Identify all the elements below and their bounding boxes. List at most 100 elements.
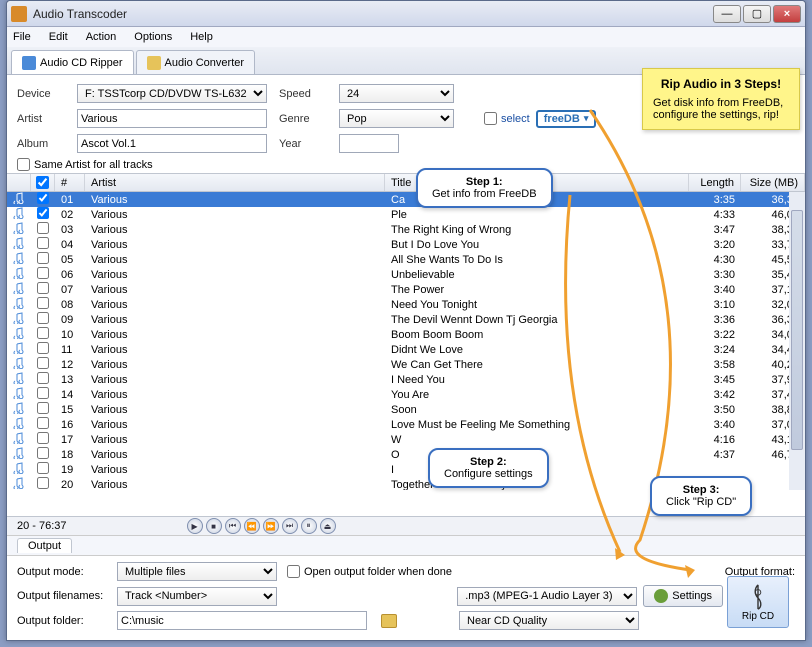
note-icon <box>7 207 31 222</box>
col-length[interactable]: Length <box>689 174 741 191</box>
row-checkbox[interactable] <box>37 357 49 369</box>
row-checkbox[interactable] <box>37 447 49 459</box>
close-button[interactable]: × <box>773 5 801 23</box>
table-row[interactable]: 05VariousAll She Wants To Do Is4:3045,50 <box>7 252 805 267</box>
menu-help[interactable]: Help <box>190 31 213 43</box>
note-icon <box>7 327 31 342</box>
table-row[interactable]: 14VariousYou Are3:4237,40 <box>7 387 805 402</box>
table-row[interactable]: 04VariousBut I Do Love You3:2033,79 <box>7 237 805 252</box>
row-checkbox[interactable] <box>37 252 49 264</box>
row-checkbox[interactable] <box>37 222 49 234</box>
row-checkbox[interactable] <box>37 462 49 474</box>
settings-button[interactable]: Settings <box>643 585 723 607</box>
same-artist-checkbox[interactable] <box>17 158 30 171</box>
row-num: 16 <box>55 419 85 431</box>
row-checkbox[interactable] <box>37 297 49 309</box>
row-checkbox[interactable] <box>37 192 49 204</box>
row-length: 3:36 <box>689 314 741 326</box>
tab-cd-ripper[interactable]: Audio CD Ripper <box>11 50 134 74</box>
row-length: 3:42 <box>689 389 741 401</box>
next-button[interactable]: ⏭ <box>282 518 298 534</box>
genre-select[interactable]: Pop <box>339 109 454 128</box>
table-row[interactable]: 02VariousPle4:3346,01 <box>7 207 805 222</box>
eject-button[interactable]: ⏏ <box>320 518 336 534</box>
rip-cd-button[interactable]: Rip CD <box>727 576 789 628</box>
play-button[interactable]: ▶ <box>187 518 203 534</box>
minimize-button[interactable]: — <box>713 5 741 23</box>
row-checkbox[interactable] <box>37 267 49 279</box>
row-checkbox[interactable] <box>37 477 49 489</box>
row-checkbox[interactable] <box>37 432 49 444</box>
table-row[interactable]: 10VariousBoom Boom Boom3:2234,02 <box>7 327 805 342</box>
menu-file[interactable]: File <box>13 31 31 43</box>
check-all[interactable] <box>36 176 49 189</box>
col-num[interactable]: # <box>55 174 85 191</box>
menu-options[interactable]: Options <box>134 31 172 43</box>
output-filenames-select[interactable]: Track <Number> <box>117 587 277 606</box>
table-row[interactable]: 09VariousThe Devil Wennt Down Tj Georgia… <box>7 312 805 327</box>
stop-button[interactable]: ■ <box>206 518 222 534</box>
output-folder-input[interactable] <box>117 611 367 630</box>
year-input[interactable] <box>339 134 399 153</box>
row-checkbox[interactable] <box>37 237 49 249</box>
track-grid: # Artist Title Length Size (MB) 01Variou… <box>7 173 805 517</box>
table-row[interactable]: 16VariousLove Must be Feeling Me Somethi… <box>7 417 805 432</box>
select-checkbox[interactable] <box>484 112 497 125</box>
tab-audio-converter[interactable]: Audio Converter <box>136 50 256 74</box>
row-checkbox[interactable] <box>37 387 49 399</box>
open-folder-checkbox[interactable] <box>287 565 300 578</box>
browse-folder-button[interactable] <box>381 614 397 628</box>
output-tab[interactable]: Output <box>17 538 72 553</box>
row-title: The Right King of Wrong <box>385 224 689 236</box>
device-select[interactable]: F: TSSTcorp CD/DVDW TS-L632D TO04 <box>77 84 267 103</box>
table-row[interactable]: 03VariousThe Right King of Wrong3:4738,3… <box>7 222 805 237</box>
row-checkbox[interactable] <box>37 372 49 384</box>
row-checkbox[interactable] <box>37 327 49 339</box>
table-row[interactable]: 13VariousI Need You3:4537,92 <box>7 372 805 387</box>
row-checkbox[interactable] <box>37 312 49 324</box>
row-checkbox[interactable] <box>37 282 49 294</box>
row-num: 09 <box>55 314 85 326</box>
album-input[interactable] <box>77 134 267 153</box>
freedb-button[interactable]: freeDB ▾ <box>536 110 597 128</box>
row-checkbox[interactable] <box>37 342 49 354</box>
vertical-scrollbar[interactable] <box>789 192 805 490</box>
row-num: 05 <box>55 254 85 266</box>
row-num: 10 <box>55 329 85 341</box>
table-row[interactable]: 11VariousDidnt We Love3:2434,46 <box>7 342 805 357</box>
menu-action[interactable]: Action <box>86 31 117 43</box>
speed-select[interactable]: 24 <box>339 84 454 103</box>
menu-edit[interactable]: Edit <box>49 31 68 43</box>
table-row[interactable]: 08VariousNeed You Tonight3:1032,00 <box>7 297 805 312</box>
select-link[interactable]: select <box>501 113 530 125</box>
row-num: 03 <box>55 224 85 236</box>
row-checkbox[interactable] <box>37 402 49 414</box>
table-row[interactable]: 07VariousThe Power3:4037,13 <box>7 282 805 297</box>
output-mode-select[interactable]: Multiple files <box>117 562 277 581</box>
row-artist: Various <box>85 344 385 356</box>
table-row[interactable]: 15VariousSoon3:5038,85 <box>7 402 805 417</box>
scrollbar-thumb[interactable] <box>791 210 803 450</box>
table-row[interactable]: 01VariousCa3:3536,33 <box>7 192 805 207</box>
col-artist[interactable]: Artist <box>85 174 385 191</box>
table-row[interactable]: 06VariousUnbelievable3:3035,48 <box>7 267 805 282</box>
row-num: 08 <box>55 299 85 311</box>
grid-header: # Artist Title Length Size (MB) <box>7 174 805 192</box>
maximize-button[interactable]: ▢ <box>743 5 771 23</box>
pause-button[interactable]: ⏸ <box>301 518 317 534</box>
rewind-button[interactable]: ⏪ <box>244 518 260 534</box>
forward-button[interactable]: ⏩ <box>263 518 279 534</box>
row-checkbox[interactable] <box>37 207 49 219</box>
row-checkbox[interactable] <box>37 417 49 429</box>
table-row[interactable]: 12VariousWe Can Get There3:5840,20 <box>7 357 805 372</box>
output-quality-select[interactable]: Near CD Quality <box>459 611 639 630</box>
row-title: Soon <box>385 404 689 416</box>
col-size[interactable]: Size (MB) <box>741 174 805 191</box>
artist-input[interactable] <box>77 109 267 128</box>
table-row[interactable]: 18VariousO4:3746,71 <box>7 447 805 462</box>
table-row[interactable]: 19VariousI <box>7 462 805 477</box>
note-icon <box>7 282 31 297</box>
output-format-select[interactable]: .mp3 (MPEG-1 Audio Layer 3) <box>457 587 637 606</box>
table-row[interactable]: 17VariousW4:1643,12 <box>7 432 805 447</box>
prev-button[interactable]: ⏮ <box>225 518 241 534</box>
